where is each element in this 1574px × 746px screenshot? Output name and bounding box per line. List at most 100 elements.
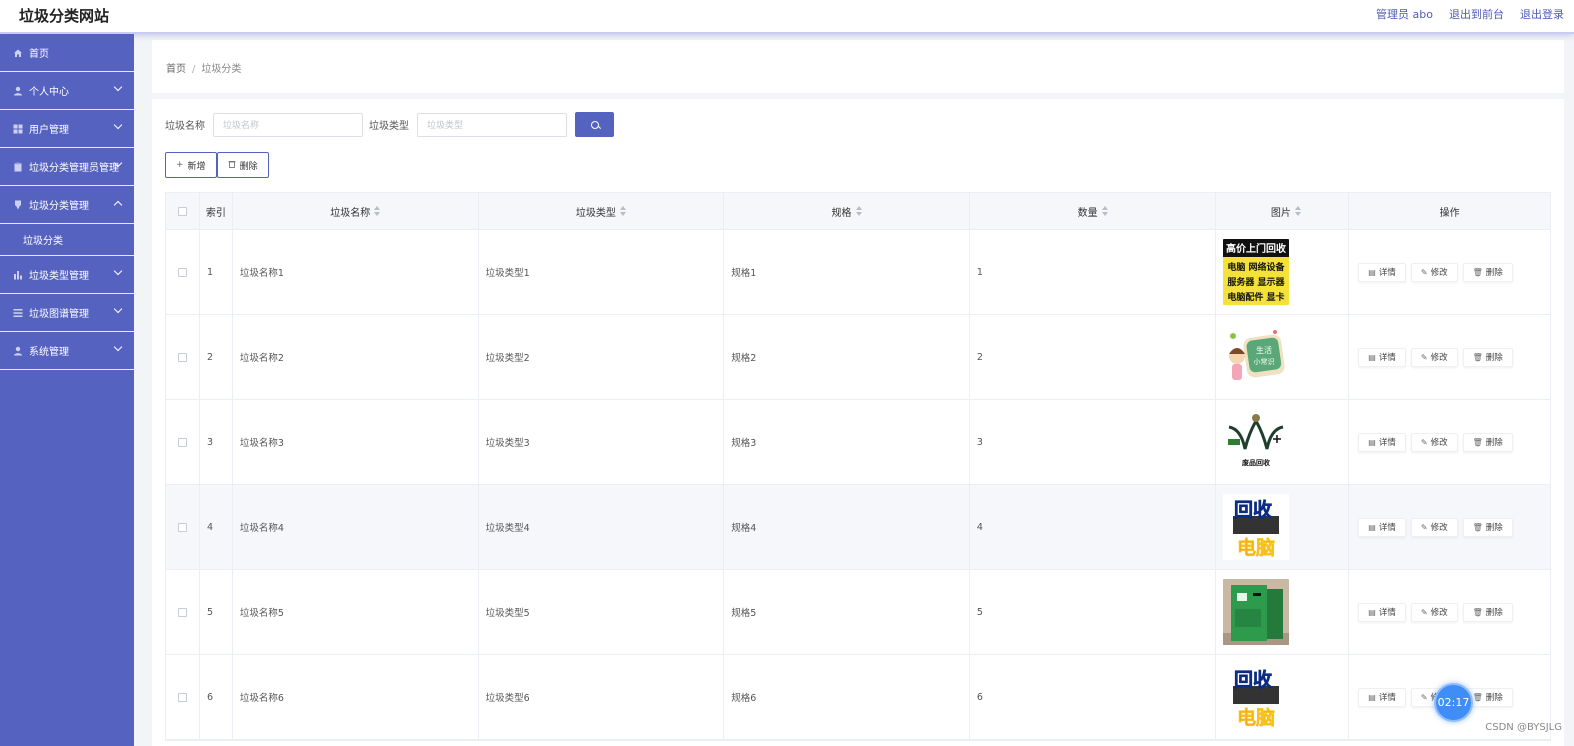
detail-label: 详情 [1378,693,1396,703]
edit-button[interactable]: ✎修改 [1410,517,1458,537]
cell-index: 4 [200,485,233,569]
sidebar-item-user-management[interactable]: 用户管理 [0,110,134,148]
recording-timer-badge[interactable]: 02:17 [1434,683,1473,722]
detail-button[interactable]: ▤ 详情 [1358,262,1406,282]
header-image[interactable]: 图片 [1216,193,1350,229]
edit-icon: ✎ [1420,267,1428,277]
cell-index: 3 [200,400,233,484]
detail-button[interactable]: ▤ 详情 [1358,432,1406,452]
sidebar-item-system-management[interactable]: 系统管理 [0,332,134,370]
batch-delete-button[interactable]: 删除 [216,152,269,178]
recycle-computers-ad-image[interactable]: 高价上门回收 电脑 网络设备 服务器 显示器 电脑配件 显卡 [1223,239,1290,305]
header-name[interactable]: 垃圾名称 [233,193,479,229]
header-quantity-label: 数量 [1077,207,1098,219]
detail-label: 详情 [1378,608,1396,618]
edit-icon: ✎ [1420,352,1428,362]
add-button[interactable]: + 新增 [165,152,217,178]
cell-type: 垃圾类型3 [479,400,725,484]
delete-label: 删除 [1485,268,1503,278]
sidebar-item-garbage-type-management[interactable]: 垃圾类型管理 [0,256,134,294]
cell-image: 回收 电脑 [1216,655,1350,739]
sidebar-item-personal-center[interactable]: 个人中心 [0,72,134,110]
grid-icon [12,123,23,134]
edit-button[interactable]: ✎修改 [1410,347,1458,367]
sidebar-item-garbage-atlas-management[interactable]: 垃圾图谱管理 [0,294,134,332]
search-button[interactable] [575,112,614,137]
header-type[interactable]: 垃圾类型 [479,193,725,229]
life-tips-cartoon-image[interactable]: 生活 小常识 [1223,324,1290,390]
edit-label: 修改 [1430,268,1448,278]
breadcrumb-card: 首页 / 垃圾分类 [152,40,1564,93]
breadcrumb-home[interactable]: 首页 [166,64,186,75]
trash-icon: 🗑 [1472,522,1483,532]
select-all-checkbox[interactable] [177,206,187,216]
recycling-bin-photo[interactable] [1223,579,1290,645]
cell-image: 回收 电脑 [1216,485,1350,569]
sidebar-item-label: 垃圾分类管理 [29,201,89,212]
type-search-input[interactable]: 垃圾类型 [417,112,567,137]
sidebar-item-admin-management[interactable]: 垃圾分类管理员管理 [0,148,134,186]
edit-icon: ✎ [1420,692,1428,702]
row-checkbox[interactable] [177,437,187,447]
cell-operations: ▤详情 ✎修改 🗑删除 [1349,230,1550,314]
trash-icon: 🗑 [1472,607,1483,617]
row-select-cell [166,485,200,569]
detail-button[interactable]: ▤ 详情 [1358,602,1406,622]
sidebar-item-home[interactable]: 首页 [0,34,134,72]
sidebar-subitem-garbage-category[interactable]: 垃圾分类 [0,224,134,256]
detail-label: 详情 [1378,523,1396,533]
image-text: 电脑 [1237,706,1275,729]
row-checkbox[interactable] [177,522,187,532]
sort-icon[interactable] [855,206,862,216]
delete-button[interactable]: 🗑 删除 [1462,602,1513,622]
name-search-input[interactable]: 垃圾名称 [213,112,363,137]
edit-button[interactable]: ✎修改 [1410,432,1458,452]
delete-label: 删除 [1485,608,1503,618]
delete-label: 删除 [1485,438,1503,448]
table-row: 6 垃圾名称6 垃圾类型6 规格6 6 回收 电脑 ▤详情 ✎修改 🗑删除 [166,655,1550,740]
detail-button[interactable]: ▤ 详情 [1358,347,1406,367]
row-checkbox[interactable] [177,692,187,702]
logout-link[interactable]: 退出登录 [1520,6,1564,22]
detail-button[interactable]: ▤ 详情 [1358,517,1406,537]
sidebar-item-garbage-category-management[interactable]: 垃圾分类管理 [0,186,134,224]
delete-button[interactable]: 🗑 删除 [1462,262,1513,282]
detail-button[interactable]: ▤ 详情 [1358,687,1406,707]
delete-button[interactable]: 🗑 删除 [1462,347,1513,367]
breadcrumb-separator: / [192,64,196,75]
delete-button[interactable]: 🗑 删除 [1462,432,1513,452]
cell-index: 2 [200,315,233,399]
user-icon [12,85,23,96]
row-checkbox[interactable] [177,607,187,617]
recycle-computer-image[interactable]: 回收 电脑 [1223,664,1290,730]
trash-icon: 🗑 [1472,352,1483,362]
delete-button[interactable]: 🗑 删除 [1462,517,1513,537]
row-checkbox[interactable] [177,352,187,362]
sort-icon[interactable] [1101,206,1108,216]
image-text: 服务器 显示器 [1228,276,1286,288]
delete-label: 删除 [1485,693,1503,703]
action-buttons: + 新增 删除 [165,152,269,178]
row-checkbox[interactable] [177,267,187,277]
cell-image: 高价上门回收 电脑 网络设备 服务器 显示器 电脑配件 显卡 [1216,230,1350,314]
edit-icon: ✎ [1420,607,1428,617]
to-front-link[interactable]: 退出到前台 [1449,6,1504,22]
row-select-cell [166,230,200,314]
cell-quantity: 6 [970,655,1217,739]
image-text: 电脑 [1237,536,1275,559]
cell-quantity: 5 [970,570,1217,654]
recycle-computer-image[interactable]: 回收 电脑 [1223,494,1290,560]
breadcrumb-current: 垃圾分类 [201,64,242,75]
chevron-down-icon [113,266,123,276]
sort-icon[interactable] [1294,206,1301,216]
sort-icon[interactable] [374,206,381,216]
sort-icon[interactable] [619,206,626,216]
scrap-recycling-logo-image[interactable]: 废品回收 [1223,409,1290,475]
chevron-down-icon [113,120,123,130]
edit-button[interactable]: ✎修改 [1410,262,1458,282]
user-icon [12,345,23,356]
edit-button[interactable]: ✎修改 [1410,602,1458,622]
search-bar: 垃圾名称 垃圾名称 垃圾类型 垃圾类型 [165,112,614,137]
header-spec[interactable]: 规格 [724,193,970,229]
header-quantity[interactable]: 数量 [970,193,1217,229]
